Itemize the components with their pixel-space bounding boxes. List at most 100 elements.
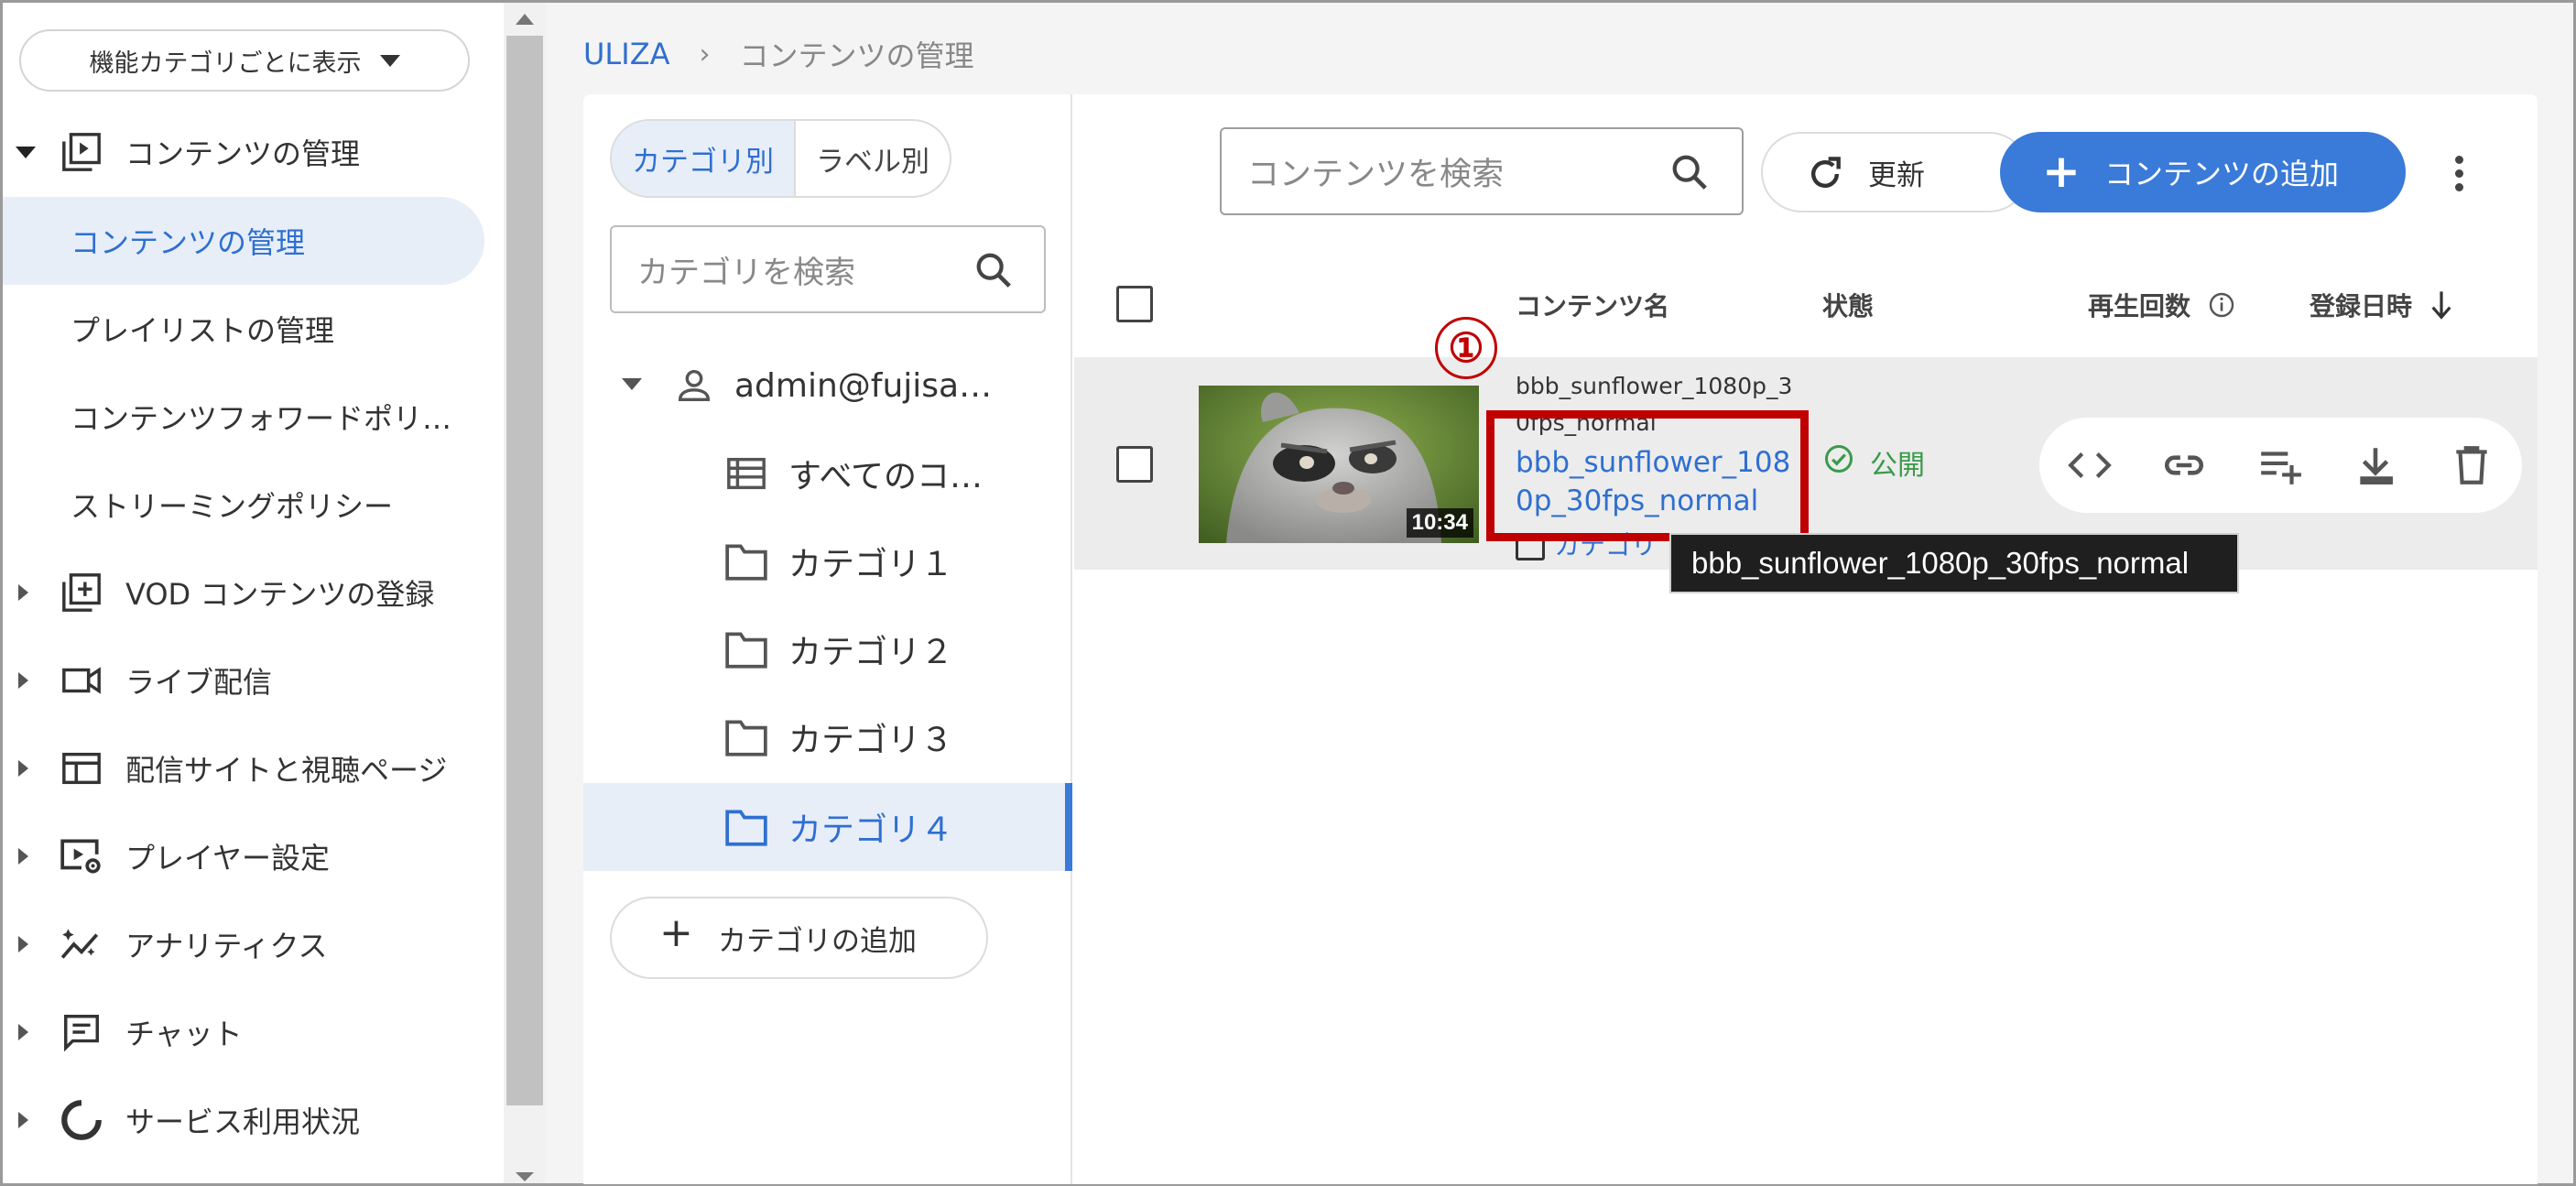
sidebar-subitem-content-management[interactable]: コンテンツの管理 — [3, 197, 484, 285]
breadcrumb-home-link[interactable]: ULIZA — [583, 37, 670, 71]
sidebar-item-label: ライブ配信 — [125, 665, 273, 700]
sort-down-arrow-icon[interactable] — [2427, 288, 2456, 328]
folder-icon — [723, 538, 770, 585]
sidebar-item-chat[interactable]: チャット — [3, 990, 504, 1074]
status-label: 公開 — [1870, 450, 1925, 482]
expand-arrow-icon — [18, 1024, 28, 1040]
refresh-label: 更新 — [1868, 158, 1925, 192]
sidebar-scrollbar[interactable] — [504, 3, 546, 1183]
refresh-button[interactable]: 更新 — [1761, 132, 2029, 212]
plus-icon: + — [659, 909, 693, 956]
refresh-icon — [1805, 154, 1845, 201]
tree-category-2[interactable]: カテゴリ２ — [583, 605, 1065, 693]
status-badge: 公開 — [1822, 442, 1925, 483]
collapse-arrow-icon[interactable] — [622, 378, 642, 390]
download-icon[interactable] — [2350, 440, 2401, 491]
playlist-add-icon[interactable] — [2255, 440, 2306, 491]
sidebar-item-label: VOD コンテンツの登録 — [125, 577, 435, 612]
expand-arrow-icon — [18, 760, 28, 777]
column-header-plays[interactable]: 再生回数 — [2088, 287, 2236, 326]
sidebar-subitem-forward-policy[interactable]: コンテンツフォワードポリ… — [3, 373, 484, 461]
check-circle-icon — [1822, 442, 1855, 483]
search-icon[interactable] — [1668, 151, 1711, 201]
content-thumbnail[interactable]: 10:34 — [1199, 386, 1479, 543]
sidebar-item-content-management[interactable]: コンテンツの管理 — [3, 110, 504, 194]
add-to-library-icon — [58, 569, 105, 616]
breadcrumb-separator: › — [699, 38, 711, 71]
content-name-line: bbb_sunflower_1080p_3 — [1516, 373, 1793, 399]
view-mode-label: 機能カテゴリごとに表示 — [89, 49, 362, 78]
search-icon[interactable] — [973, 249, 1015, 299]
sidebar-item-service-usage[interactable]: サービス利用状況 — [3, 1078, 504, 1162]
folder-icon — [723, 626, 770, 673]
expand-arrow-icon — [16, 146, 36, 158]
link-icon[interactable] — [2158, 440, 2210, 491]
tree-category-label: カテゴリ２ — [788, 634, 954, 671]
more-options-icon[interactable] — [2452, 156, 2465, 191]
code-icon[interactable] — [2064, 440, 2115, 491]
column-header-status[interactable]: 状態 — [1822, 287, 1874, 323]
tree-all-contents[interactable]: すべてのコ… — [583, 430, 1065, 517]
sidebar-subitem-playlist[interactable]: プレイリストの管理 — [3, 285, 484, 373]
sidebar-item-label: コンテンツの管理 — [125, 136, 361, 171]
tree-category-1[interactable]: カテゴリ１ — [583, 517, 1065, 605]
video-library-icon — [58, 128, 105, 176]
scrollbar-thumb[interactable] — [506, 36, 543, 1105]
row-checkbox[interactable] — [1116, 446, 1153, 483]
tree-category-label: カテゴリ３ — [788, 722, 954, 759]
sidebar-item-label: 配信サイトと視聴ページ — [125, 753, 448, 788]
sidebar-item-vod-register[interactable]: VOD コンテンツの登録 — [3, 550, 504, 635]
tab-by-category[interactable]: カテゴリ別 — [612, 121, 796, 196]
sidebar: 機能カテゴリごとに表示 コンテンツの管理 コンテンツの管理 プレイリストの管理 … — [3, 3, 504, 1183]
sidebar-subitem-label: プレイリストの管理 — [71, 313, 335, 348]
select-all-checkbox[interactable] — [1116, 286, 1153, 322]
column-header-registered[interactable]: 登録日時 — [2310, 287, 2456, 328]
scroll-up-icon[interactable] — [516, 14, 534, 25]
category-search-input[interactable]: カテゴリを検索 — [610, 225, 1046, 313]
active-category-indicator — [1065, 783, 1072, 871]
tab-by-label[interactable]: ラベル別 — [796, 121, 950, 196]
tree-account-label: admin@fujisa… — [734, 366, 993, 405]
view-mode-select[interactable]: 機能カテゴリごとに表示 — [19, 29, 470, 92]
plus-icon: + — [2042, 145, 2081, 198]
sidebar-item-label: サービス利用状況 — [125, 1104, 361, 1139]
sidebar-item-distribution-site[interactable]: 配信サイトと視聴ページ — [3, 726, 504, 811]
breadcrumb: ULIZA › コンテンツの管理 — [583, 33, 974, 75]
person-icon — [670, 362, 718, 409]
video-settings-icon — [58, 832, 105, 880]
expand-arrow-icon — [18, 672, 28, 689]
tree-category-4[interactable]: カテゴリ４ — [583, 783, 1065, 871]
donut-chart-icon — [58, 1096, 105, 1144]
add-content-label: コンテンツの追加 — [2104, 157, 2340, 191]
info-icon[interactable] — [2207, 290, 2236, 326]
breadcrumb-current: コンテンツの管理 — [739, 38, 974, 73]
add-category-button[interactable]: + カテゴリの追加 — [610, 897, 988, 979]
content-name-tooltip: bbb_sunflower_1080p_30fps_normal — [1669, 533, 2239, 593]
add-content-button[interactable]: + コンテンツの追加 — [2000, 132, 2406, 212]
delete-icon[interactable] — [2446, 440, 2497, 491]
scroll-down-icon[interactable] — [516, 1172, 534, 1181]
sidebar-item-player-settings[interactable]: プレイヤー設定 — [3, 814, 504, 898]
video-camera-icon — [58, 657, 105, 704]
sidebar-item-label: プレイヤー設定 — [125, 841, 331, 876]
tree-category-label: カテゴリ４ — [788, 811, 954, 849]
sidebar-subitem-label: ストリーミングポリシー — [71, 489, 394, 524]
sidebar-subitem-label: コンテンツフォワードポリ… — [71, 401, 452, 436]
tree-category-3[interactable]: カテゴリ３ — [583, 693, 1065, 781]
sidebar-subitem-label: コンテンツの管理 — [71, 225, 306, 260]
content-search-input[interactable]: コンテンツを検索 — [1220, 127, 1744, 215]
analytics-icon — [58, 920, 105, 968]
annotation-highlight-box — [1486, 410, 1809, 541]
column-header-name[interactable]: コンテンツ名 — [1516, 287, 1669, 323]
sidebar-item-analytics[interactable]: アナリティクス — [3, 902, 504, 986]
sidebar-subitem-streaming-policy[interactable]: ストリーミングポリシー — [3, 461, 484, 549]
expand-arrow-icon — [18, 848, 28, 865]
category-view-toggle: カテゴリ別 ラベル別 — [610, 119, 951, 198]
tree-account[interactable]: admin@fujisa… — [610, 342, 1040, 430]
tree-all-contents-label: すべてのコ… — [788, 458, 984, 495]
sidebar-item-label: アナリティクス — [125, 929, 328, 963]
sidebar-item-label: チャット — [125, 1017, 243, 1051]
column-header-plays-label: 再生回数 — [2088, 291, 2191, 321]
sidebar-item-live[interactable]: ライブ配信 — [3, 638, 504, 723]
add-category-label: カテゴリの追加 — [718, 924, 917, 958]
